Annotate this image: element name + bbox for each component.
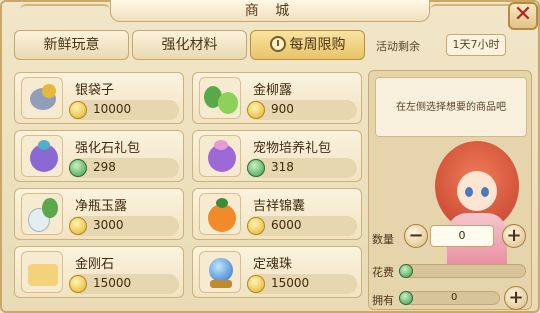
item-enhance-stone-pack[interactable]: 强化石礼包 298 [14, 130, 184, 182]
tab-weekly-limited-label: 每周限购 [289, 37, 346, 53]
item-price: 6000 [271, 218, 302, 232]
jade-coin-icon [399, 264, 413, 278]
quantity-minus-button[interactable]: − [404, 224, 428, 248]
diamond-stone-icon [21, 251, 63, 293]
gold-coin-icon [247, 217, 265, 235]
price-box: 10000 [69, 100, 179, 120]
item-name: 宠物培养礼包 [253, 141, 332, 156]
item-price: 298 [93, 160, 116, 174]
item-golden-willow-dew[interactable]: 金柳露 900 [192, 72, 362, 124]
selection-hint: 在左侧选择想要的商品吧 [375, 77, 527, 137]
item-silver-bag[interactable]: 银袋子 10000 [14, 72, 184, 124]
tab-new-items[interactable]: 新鲜玩意 [14, 30, 129, 60]
clock-icon [269, 36, 286, 52]
item-price: 15000 [93, 276, 132, 290]
jade-coin-icon [69, 159, 87, 177]
item-pet-training-pack[interactable]: 宠物培养礼包 318 [192, 130, 362, 182]
golden-willow-dew-icon [199, 77, 241, 119]
item-name: 金刚石 [75, 257, 115, 272]
price-box: 6000 [247, 216, 357, 236]
tab-enhance-materials[interactable]: 强化材料 [132, 30, 247, 60]
item-soul-pearl[interactable]: 定魂珠 15000 [192, 246, 362, 298]
activity-remaining-label: 活动剩余 [376, 40, 420, 53]
pet-training-pack-icon [199, 135, 241, 177]
price-box: 3000 [69, 216, 179, 236]
gold-coin-icon [69, 217, 87, 235]
item-price: 15000 [271, 276, 310, 290]
item-price: 3000 [93, 218, 124, 232]
top-up-plus-button[interactable]: + [504, 286, 528, 310]
price-box: 15000 [69, 274, 179, 294]
lucky-pouch-icon [199, 193, 241, 235]
price-box: 318 [247, 158, 357, 178]
gold-coin-icon [69, 275, 87, 293]
title-bar: 商 城 [110, 0, 430, 22]
page-title: 商 城 [244, 3, 296, 19]
item-name: 定魂珠 [253, 257, 293, 272]
price-box: 900 [247, 100, 357, 120]
item-pure-vase-dew[interactable]: 净瓶玉露 3000 [14, 188, 184, 240]
title-ornament-left [20, 4, 110, 16]
price-box: 298 [69, 158, 179, 178]
gold-coin-icon [247, 275, 265, 293]
enhance-stone-pack-icon [21, 135, 63, 177]
npc-character-image [429, 137, 525, 277]
quantity-plus-button[interactable]: + [502, 224, 526, 248]
silver-bag-icon [21, 77, 63, 119]
tab-weekly-limited[interactable]: 每周限购 [250, 30, 365, 60]
item-name: 净瓶玉露 [75, 199, 128, 214]
cost-label: 花费 [372, 266, 394, 279]
gold-coin-icon [69, 101, 87, 119]
item-name: 强化石礼包 [75, 141, 141, 156]
item-name: 吉祥锦囊 [253, 199, 306, 214]
owned-value: 0 [451, 292, 458, 303]
activity-remaining-value: 1天7小时 [446, 34, 506, 56]
item-price: 10000 [93, 102, 132, 116]
title-ornament-right [430, 4, 520, 16]
item-name: 金柳露 [253, 83, 293, 98]
cost-bar [399, 264, 526, 278]
item-price: 318 [271, 160, 294, 174]
quantity-label: 数量 [372, 233, 394, 246]
soul-pearl-icon [199, 251, 241, 293]
item-lucky-pouch[interactable]: 吉祥锦囊 6000 [192, 188, 362, 240]
jade-coin-icon [247, 159, 265, 177]
price-box: 15000 [247, 274, 357, 294]
item-diamond-stone[interactable]: 金刚石 15000 [14, 246, 184, 298]
close-button[interactable]: ✕ [508, 2, 538, 30]
jade-coin-icon [399, 291, 413, 305]
item-price: 900 [271, 102, 294, 116]
gold-coin-icon [247, 101, 265, 119]
item-grid: 银袋子 10000 金柳露 900 强化石礼包 298 宠物培养礼包 318 净… [14, 66, 366, 306]
owned-bar: 0 [399, 291, 500, 305]
owned-label: 拥有 [372, 294, 394, 307]
item-name: 银袋子 [75, 83, 115, 98]
quantity-field[interactable]: 0 [430, 225, 494, 247]
pure-vase-dew-icon [21, 193, 63, 235]
